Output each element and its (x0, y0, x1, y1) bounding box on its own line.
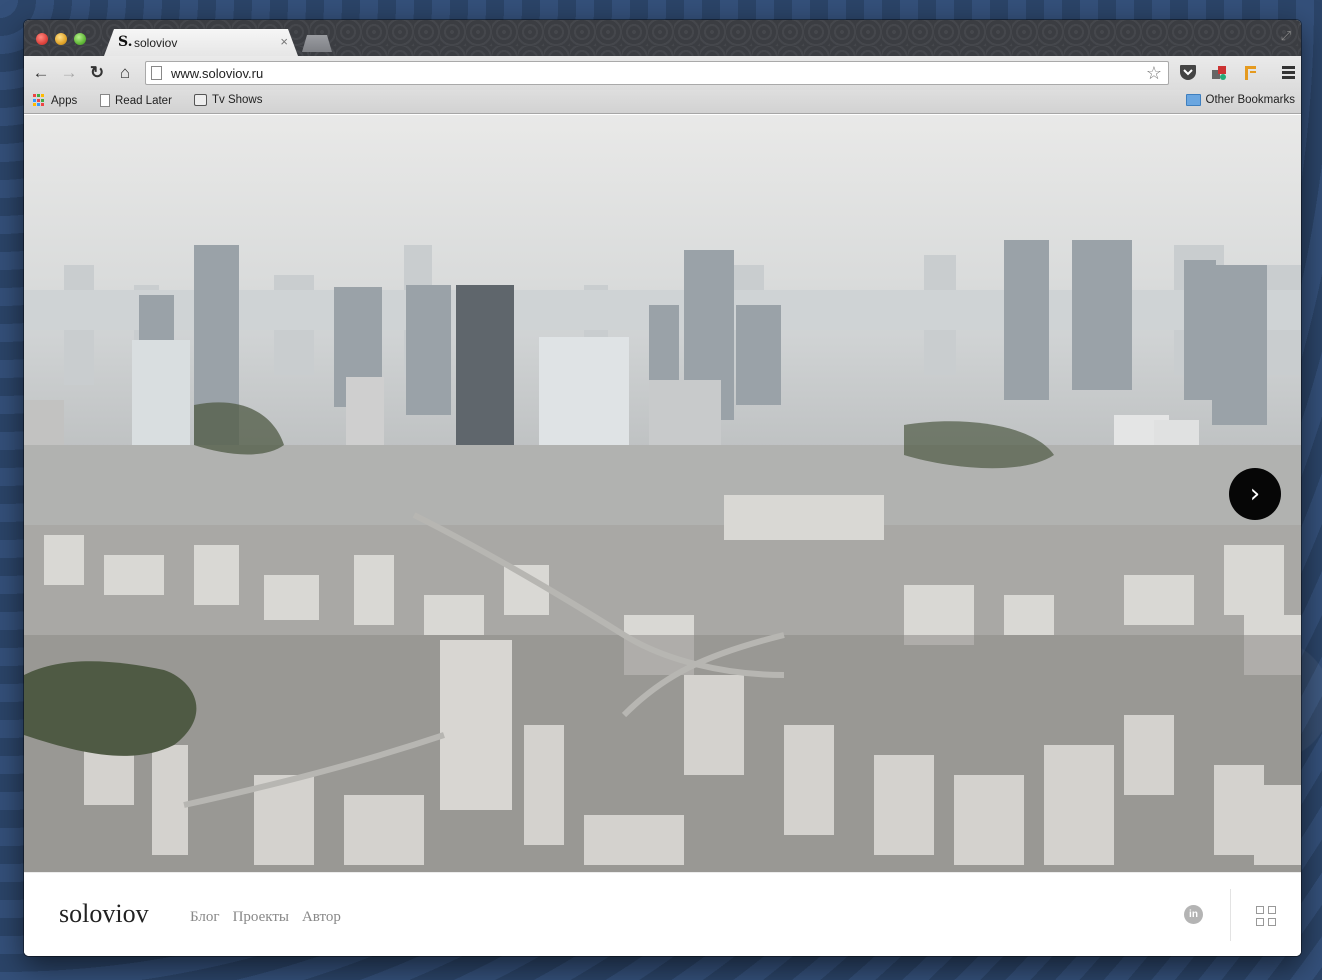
zoom-window-button[interactable] (74, 33, 86, 45)
apps-grid-icon (33, 94, 46, 107)
page-icon (151, 66, 162, 80)
folder-icon (1185, 94, 1201, 106)
site-footer-bar: soloviov Блог Проекты Автор in (24, 872, 1301, 956)
grid-view-icon[interactable] (1256, 906, 1276, 926)
browser-window: S. soloviov × ⤢ ← → ↻ ⌂ www.soloviov.ru … (24, 20, 1301, 956)
bookmark-label: Read Later (115, 94, 172, 107)
tab-strip: S. soloviov × ⤢ (24, 20, 1301, 56)
new-tab-button[interactable] (302, 35, 332, 52)
bookmark-label: Tv Shows (212, 94, 263, 106)
linkedin-icon[interactable]: in (1184, 905, 1203, 924)
bookmark-other-bookmarks[interactable]: Other Bookmarks (1185, 94, 1295, 106)
bookmark-tv-shows[interactable]: Tv Shows (194, 94, 263, 106)
page-viewport: › soloviov Блог Проекты Автор in (24, 115, 1301, 956)
home-icon[interactable]: ⌂ (114, 62, 136, 84)
tab-close-icon[interactable]: × (280, 34, 288, 49)
back-arrow-icon[interactable]: ← (30, 62, 52, 84)
bookmarks-bar: Apps Read Later Tv Shows Other Bookmarks (24, 90, 1301, 114)
bookmark-label: Apps (51, 94, 78, 107)
site-favicon-icon: S. (118, 34, 133, 50)
cityscape-illustration (24, 115, 1301, 872)
bookmark-tool-icon[interactable] (1240, 64, 1260, 82)
nav-item-blog[interactable]: Блог (190, 909, 220, 926)
footer-divider (1230, 889, 1231, 941)
chevron-right-icon: › (1249, 479, 1261, 509)
pocket-icon[interactable] (1178, 64, 1198, 82)
tab-title: soloviov (134, 36, 178, 50)
reload-icon[interactable]: ↻ (86, 62, 108, 84)
bookmark-read-later[interactable]: Read Later (100, 94, 172, 107)
bookmark-label: Other Bookmarks (1205, 94, 1295, 106)
hero-cityscape-photo: › (24, 115, 1301, 872)
close-window-button[interactable] (36, 33, 48, 45)
bookmark-apps[interactable]: Apps (33, 94, 77, 107)
site-nav: Блог Проекты Автор (190, 909, 341, 926)
browser-toolbar: ← → ↻ ⌂ www.soloviov.ru ☆ (24, 56, 1301, 90)
fullscreen-icon[interactable]: ⤢ (1281, 28, 1291, 44)
hamburger-menu-icon[interactable] (1282, 66, 1295, 81)
forward-arrow-icon[interactable]: → (58, 62, 80, 84)
tv-icon (194, 94, 207, 106)
address-bar[interactable]: www.soloviov.ru ☆ (145, 61, 1169, 85)
nav-item-projects[interactable]: Проекты (233, 909, 289, 926)
site-logo[interactable]: soloviov (59, 899, 149, 929)
next-slide-button[interactable]: › (1229, 468, 1281, 520)
nav-item-author[interactable]: Автор (302, 909, 341, 926)
page-icon (100, 94, 110, 107)
url-text[interactable]: www.soloviov.ru (171, 66, 263, 81)
minimize-window-button[interactable] (55, 33, 67, 45)
tab-soloviov[interactable]: S. soloviov × (104, 29, 298, 56)
extension-puzzle-icon[interactable] (1209, 64, 1229, 82)
star-icon[interactable]: ☆ (1146, 63, 1162, 84)
